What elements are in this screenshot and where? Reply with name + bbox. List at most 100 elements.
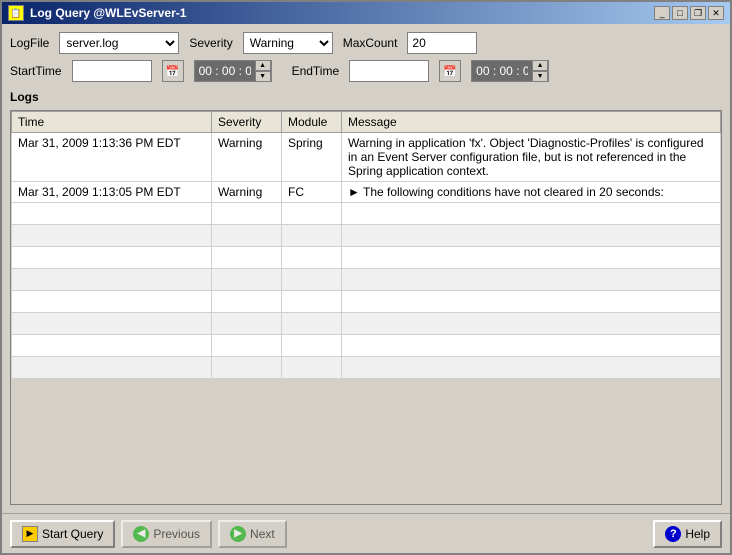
starttime-down-button[interactable]: ▼ [255, 71, 271, 82]
empty-cell [212, 335, 282, 357]
empty-cell [282, 357, 342, 379]
table-empty-row [12, 247, 721, 269]
endtime-spinner: ▲ ▼ [532, 60, 548, 82]
endtime-date-input[interactable] [349, 60, 429, 82]
starttime-time-input[interactable] [195, 62, 255, 80]
empty-cell [212, 247, 282, 269]
starttime-calendar-button[interactable]: 📅 [162, 60, 184, 82]
maxcount-input[interactable] [407, 32, 477, 54]
endtime-time-container: ▲ ▼ [471, 60, 549, 82]
table-empty-row [12, 225, 721, 247]
table-row[interactable]: Mar 31, 2009 1:13:36 PM EDT Warning Spri… [12, 133, 721, 182]
empty-cell [342, 247, 721, 269]
severity-select[interactable]: Warning [243, 32, 333, 54]
starttime-date-input[interactable] [72, 60, 152, 82]
logs-table-container: Time Severity Module Message Mar 31, 200… [10, 110, 722, 505]
empty-cell [12, 269, 212, 291]
window-icon: 📋 [8, 5, 24, 21]
empty-cell [282, 335, 342, 357]
logs-section-title: Logs [10, 90, 722, 104]
empty-cell [282, 291, 342, 313]
cell-time: Mar 31, 2009 1:13:05 PM EDT [12, 182, 212, 203]
bottom-bar: ▶ Start Query ◀ Previous ▶ Next ? Help [2, 513, 730, 553]
endtime-label: EndTime [292, 64, 340, 78]
table-empty-row [12, 335, 721, 357]
content-area: LogFile server.log Severity Warning MaxC… [2, 24, 730, 513]
empty-cell [12, 291, 212, 313]
empty-cell [12, 247, 212, 269]
empty-cell [212, 269, 282, 291]
empty-cell [12, 357, 212, 379]
cell-module: Spring [282, 133, 342, 182]
col-module: Module [282, 112, 342, 133]
maxcount-label: MaxCount [343, 36, 398, 50]
cell-severity: Warning [212, 133, 282, 182]
previous-icon: ◀ [133, 526, 149, 542]
empty-cell [212, 357, 282, 379]
empty-cell [12, 225, 212, 247]
empty-cell [342, 313, 721, 335]
cell-message: ► The following conditions have not clea… [342, 182, 721, 203]
logs-table: Time Severity Module Message Mar 31, 200… [11, 111, 721, 379]
start-query-label: Start Query [42, 527, 103, 541]
form-row-1: LogFile server.log Severity Warning MaxC… [10, 32, 722, 54]
bottom-left-buttons: ▶ Start Query ◀ Previous ▶ Next [10, 520, 287, 548]
window-title: Log Query @WLEvServer-1 [30, 6, 186, 20]
form-row-2: StartTime 📅 ▲ ▼ EndTime 📅 ▲ ▼ [10, 60, 722, 82]
starttime-label: StartTime [10, 64, 62, 78]
cell-module: FC [282, 182, 342, 203]
severity-label: Severity [189, 36, 232, 50]
empty-cell [282, 203, 342, 225]
endtime-down-button[interactable]: ▼ [532, 71, 548, 82]
empty-cell [12, 335, 212, 357]
col-message: Message [342, 112, 721, 133]
close-button[interactable]: ✕ [708, 6, 724, 20]
table-empty-row [12, 269, 721, 291]
table-empty-row [12, 203, 721, 225]
minimize-button[interactable]: _ [654, 6, 670, 20]
next-icon: ▶ [230, 526, 246, 542]
empty-cell [342, 357, 721, 379]
cell-time: Mar 31, 2009 1:13:36 PM EDT [12, 133, 212, 182]
empty-cell [212, 225, 282, 247]
start-query-button[interactable]: ▶ Start Query [10, 520, 115, 548]
help-label: Help [685, 527, 710, 541]
previous-label: Previous [153, 527, 200, 541]
empty-cell [282, 247, 342, 269]
empty-cell [12, 203, 212, 225]
endtime-up-button[interactable]: ▲ [532, 60, 548, 71]
title-bar-left: 📋 Log Query @WLEvServer-1 [8, 5, 186, 21]
help-button[interactable]: ? Help [653, 520, 722, 548]
title-bar: 📋 Log Query @WLEvServer-1 _ □ ❐ ✕ [2, 2, 730, 24]
next-button[interactable]: ▶ Next [218, 520, 287, 548]
table-header-row: Time Severity Module Message [12, 112, 721, 133]
cell-message: Warning in application 'fx'. Object 'Dia… [342, 133, 721, 182]
empty-cell [282, 313, 342, 335]
empty-cell [342, 269, 721, 291]
help-icon: ? [665, 526, 681, 542]
restore-button[interactable]: ❐ [690, 6, 706, 20]
empty-cell [212, 203, 282, 225]
empty-cell [212, 291, 282, 313]
logfile-select[interactable]: server.log [59, 32, 179, 54]
empty-cell [342, 335, 721, 357]
logfile-label: LogFile [10, 36, 49, 50]
starttime-time-container: ▲ ▼ [194, 60, 272, 82]
empty-cell [12, 313, 212, 335]
start-query-icon: ▶ [22, 526, 38, 542]
table-empty-row [12, 291, 721, 313]
starttime-up-button[interactable]: ▲ [255, 60, 271, 71]
previous-button[interactable]: ◀ Previous [121, 520, 212, 548]
col-severity: Severity [212, 112, 282, 133]
cell-severity: Warning [212, 182, 282, 203]
main-window: 📋 Log Query @WLEvServer-1 _ □ ❐ ✕ LogFil… [0, 0, 732, 555]
table-empty-row [12, 357, 721, 379]
endtime-calendar-button[interactable]: 📅 [439, 60, 461, 82]
table-row[interactable]: Mar 31, 2009 1:13:05 PM EDT Warning FC ►… [12, 182, 721, 203]
empty-cell [342, 225, 721, 247]
maximize-button[interactable]: □ [672, 6, 688, 20]
empty-cell [212, 313, 282, 335]
endtime-time-input[interactable] [472, 62, 532, 80]
col-time: Time [12, 112, 212, 133]
starttime-spinner: ▲ ▼ [255, 60, 271, 82]
